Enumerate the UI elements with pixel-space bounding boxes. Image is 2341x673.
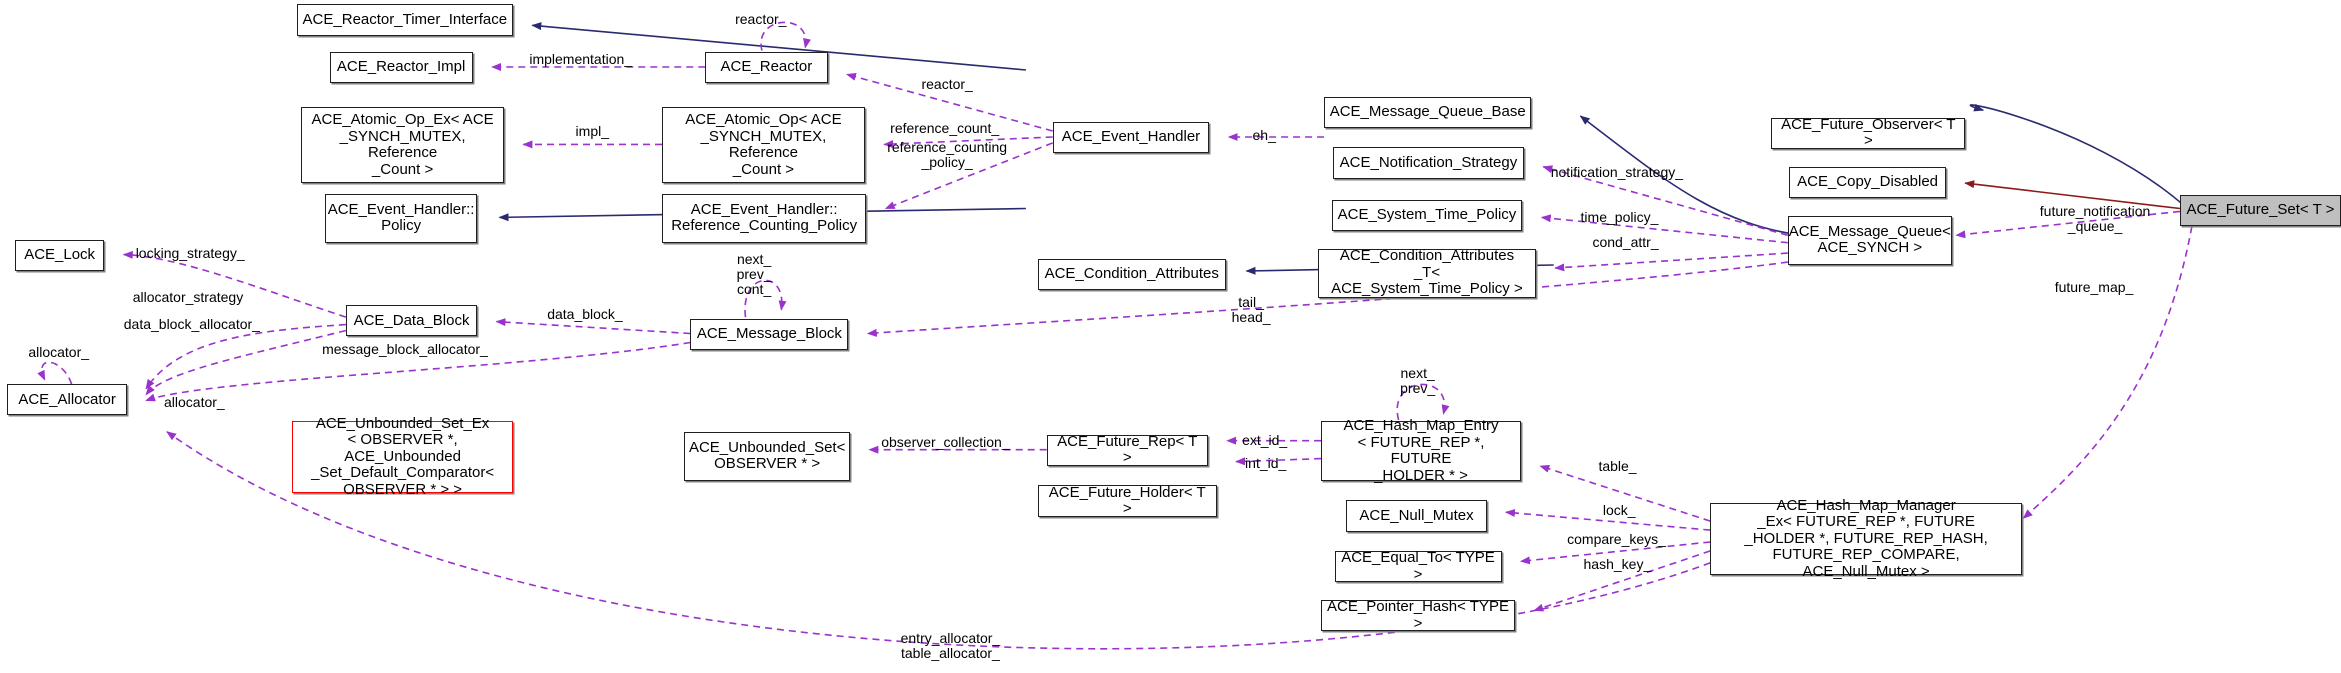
edge-data-block-usage [495, 318, 691, 335]
class-node-allocator[interactable]: ACE_Allocator [7, 384, 127, 416]
edge-label-next-prev-cont: next_ prev_ cont_ [736, 250, 772, 297]
edge-label-future-notification-queue: future_notification _queue_ [2039, 202, 2151, 234]
uml-collaboration-diagram: ACE_Reactor_Timer_Interface ACE_Reactor_I… [0, 0, 2341, 673]
class-node-unbounded_set_ex[interactable]: ACE_Unbounded_Set_Ex < OBSERVER *, ACE_U… [292, 415, 513, 498]
edge-label-reference-counting-policy: reference_counting _policy_ [887, 138, 1008, 170]
edge-locking-strategy [122, 250, 347, 318]
edge-label-int-id: int_id_ [1245, 454, 1287, 471]
class-node-future_observer[interactable]: ACE_Future_Observer< T > [1771, 116, 1966, 149]
class-node-null_mutex[interactable]: ACE_Null_Mutex [1346, 500, 1487, 532]
class-node-future_set[interactable]: ACE_Future_Set< T > [2179, 195, 2341, 227]
class-node-event_handler_ref_policy[interactable]: ACE_Event_Handler:: Reference_Counting_P… [662, 193, 867, 243]
class-node-condition_attributes_t[interactable]: ACE_Condition_Attributes _T< ACE_System_… [1318, 248, 1536, 298]
class-node-hash_map_manager_ex[interactable]: ACE_Hash_Map_Manager _Ex< FUTURE_REP *, … [1710, 497, 2022, 580]
class-node-atomic_op_ex[interactable]: ACE_Atomic_Op_Ex< ACE _SYNCH_MUTEX, Refe… [301, 107, 504, 184]
edge-label-message-block-allocator: message_block_allocator_ [322, 341, 488, 358]
class-node-message_block[interactable]: ACE_Message_Block [690, 318, 849, 350]
edge-label-hash-key: hash_key_ [1583, 555, 1652, 572]
class-node-message_queue_synch[interactable]: ACE_Message_Queue< ACE_SYNCH > [1787, 215, 1952, 266]
edge-label-allocator-lower: allocator_ [164, 393, 225, 410]
class-node-future_holder[interactable]: ACE_Future_Holder< T > [1037, 484, 1217, 517]
class-node-system_time_policy[interactable]: ACE_System_Time_Policy [1331, 199, 1523, 231]
edge-label-reactor-eh: reactor_ [921, 76, 973, 93]
edge-label-data-block-label: data_block_ [547, 305, 623, 322]
class-node-event_handler_policy[interactable]: ACE_Event_Handler:: Policy [325, 193, 478, 243]
class-node-hash_map_entry[interactable]: ACE_Hash_Map_Entry < FUTURE_REP *, FUTUR… [1321, 417, 1521, 483]
class-node-reactor[interactable]: ACE_Reactor [705, 52, 828, 84]
edge-label-data-block-allocator: data_block_allocator_ [123, 316, 260, 333]
edge-label-entry-allocator-table-allocator: entry_allocator_ table_allocator_ [900, 630, 1001, 662]
edge-label-impl: impl_ [575, 122, 610, 139]
class-node-data_block[interactable]: ACE_Data_Block [345, 305, 478, 337]
edge-label-reference-count: reference_count_ [890, 119, 1000, 136]
edge-label-future-map: future_map_ [2054, 278, 2134, 295]
class-node-future_rep[interactable]: ACE_Future_Rep< T > [1046, 433, 1208, 466]
edge-label-observer-collection: observer_collection_ [881, 433, 1010, 450]
edge-label-lock-label: lock_ [1602, 502, 1636, 519]
edge-allocator-strategy [145, 323, 346, 390]
edge-cond-attr-usage [1554, 252, 1788, 272]
class-node-lock[interactable]: ACE_Lock [14, 239, 105, 271]
class-node-copy_disabled[interactable]: ACE_Copy_Disabled [1789, 166, 1946, 199]
edge-data-block-allocator [145, 329, 347, 396]
class-node-message_queue_base[interactable]: ACE_Message_Queue_Base [1324, 96, 1532, 129]
edge-label-compare-keys: compare_keys_ [1567, 530, 1666, 547]
class-node-reactor_impl[interactable]: ACE_Reactor_Impl [329, 52, 473, 84]
class-node-notification_strategy[interactable]: ACE_Notification_Strategy [1333, 147, 1524, 179]
edge-label-reactor-self: reactor_ [735, 10, 787, 27]
class-node-atomic_op[interactable]: ACE_Atomic_Op< ACE _SYNCH_MUTEX, Referen… [662, 107, 865, 184]
edge-label-ext-id: ext_id_ [1242, 432, 1288, 449]
class-node-condition_attributes[interactable]: ACE_Condition_Attributes [1037, 259, 1226, 291]
edge-label-time-policy: time_policy_ [1580, 208, 1659, 225]
edge-label-next-prev-hash: next_ prev_ [1400, 365, 1436, 397]
edge-time-policy-usage [1540, 214, 1788, 244]
edge-label-implementation: implementation_ [529, 51, 633, 68]
edge-label-allocator-left: allocator_ [28, 344, 90, 361]
edge-label-cond-attr: cond_attr_ [1592, 234, 1659, 251]
edge-label-tail-head: tail_ head_ [1231, 293, 1271, 325]
edge-label-table: table_ [1598, 457, 1637, 474]
edge-future-map [2022, 226, 2193, 519]
edge-label-eh: eh_ [1252, 127, 1276, 144]
class-node-equal_to_type[interactable]: ACE_Equal_To< TYPE > [1334, 549, 1502, 582]
edge-label-notification-strategy: notification_strategy_ [1550, 164, 1684, 181]
class-node-pointer_hash_type[interactable]: ACE_Pointer_Hash< TYPE > [1321, 598, 1515, 631]
class-node-reactor_timer_interface[interactable]: ACE_Reactor_Timer_Interface [296, 4, 513, 36]
edge-future-set-to-observer [1969, 103, 2188, 210]
edge-label-locking-strategy: locking_strategy_ [135, 244, 245, 261]
edge-label-allocator-strategy: allocator_strategy [132, 289, 244, 306]
class-node-event_handler[interactable]: ACE_Event_Handler [1052, 122, 1210, 154]
edge-allocator-self [37, 361, 73, 385]
class-node-unbounded_set[interactable]: ACE_Unbounded_Set< OBSERVER * > [684, 431, 850, 481]
